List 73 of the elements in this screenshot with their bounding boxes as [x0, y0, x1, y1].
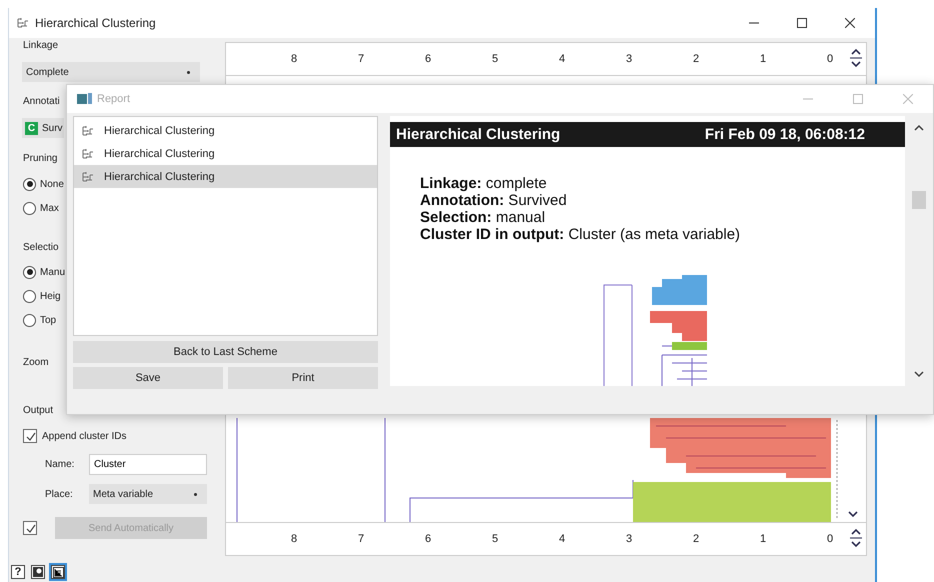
field-label: Place: — [45, 488, 74, 500]
caret-icon — [187, 71, 190, 74]
axis-tick-label: 0 — [826, 533, 834, 545]
section-label: Annotati — [23, 95, 60, 109]
report-icon[interactable] — [51, 565, 65, 579]
axis-tick-label: 6 — [424, 53, 432, 65]
maximize-icon[interactable] — [797, 18, 807, 28]
section-label: Output — [23, 404, 54, 418]
radio-label: Max — [40, 202, 59, 214]
axis-tick-label: 7 — [356, 53, 366, 65]
report-list-item[interactable]: Hierarchical Clustering — [74, 142, 377, 165]
image-icon[interactable] — [31, 565, 45, 579]
window-title: Report — [97, 93, 130, 105]
linkage-dropdown[interactable]: Complete — [22, 62, 200, 82]
axis-tick-label: 6 — [424, 533, 432, 545]
dendrogram-icon — [82, 148, 94, 160]
radio-label: None — [40, 178, 64, 190]
place-dropdown[interactable]: Meta variable — [89, 484, 207, 504]
axis-tick-label: 5 — [490, 533, 500, 545]
report-list-item[interactable]: Hierarchical Clustering — [74, 165, 377, 188]
section-label: Linkage — [23, 39, 58, 53]
checkbox-label: Append cluster IDs — [42, 430, 126, 442]
scroll-down-icon[interactable] — [848, 511, 858, 518]
axis-tick-label: 1 — [758, 53, 768, 65]
radio-button[interactable] — [23, 202, 36, 214]
annotation-dropdown[interactable]: C Surv — [22, 118, 64, 138]
report-icon — [77, 93, 93, 105]
help-button[interactable]: ? — [11, 565, 25, 579]
radio-button[interactable] — [23, 266, 36, 278]
radio-label: Top — [40, 314, 56, 326]
section-label: Pruning — [23, 152, 58, 166]
name-field[interactable]: Cluster — [89, 454, 207, 474]
axis-tick-label: 5 — [490, 53, 500, 65]
axis-tick-label: 7 — [356, 533, 366, 545]
radio-button[interactable] — [23, 314, 36, 326]
report-title: Hierarchical Clustering — [396, 126, 560, 143]
dendrogram-icon — [82, 170, 94, 182]
scroll-up-icon[interactable] — [914, 124, 924, 131]
axis-tick-label: 4 — [558, 533, 566, 545]
report-date: Fri Feb 09 18, 06:08:12 — [704, 126, 865, 143]
axis-tick-label: 3 — [624, 533, 634, 545]
scroll-down-icon[interactable] — [914, 371, 924, 378]
axis-tick-label: 1 — [758, 533, 768, 545]
radio-button[interactable] — [23, 178, 36, 190]
radio-button[interactable] — [23, 290, 36, 302]
report-line: Annotation: Survived — [420, 192, 568, 209]
axis-tick-label: 8 — [290, 53, 298, 65]
axis-tick-label: 3 — [624, 53, 634, 65]
axis-tick-label: 8 — [290, 533, 298, 545]
axis-tick-label: 4 — [558, 53, 566, 65]
dendrogram-icon — [17, 17, 29, 29]
report-list-item[interactable]: Hierarchical Clustering — [74, 119, 377, 142]
field-label: Name: — [45, 458, 76, 470]
caret-icon — [194, 493, 197, 496]
checkbox[interactable] — [23, 429, 37, 443]
axis-tick-label: 0 — [826, 53, 834, 65]
close-icon[interactable] — [845, 18, 855, 28]
back-button[interactable]: Back to Last Scheme — [73, 341, 378, 363]
dendrogram-icon — [82, 124, 94, 136]
save-button[interactable]: Save — [73, 367, 223, 389]
report-line: Cluster ID in output: Cluster (as meta variable) — [420, 226, 742, 243]
section-label: Zoom — [23, 356, 49, 370]
print-button[interactable]: Print — [228, 367, 378, 389]
radio-label: Heig — [40, 290, 61, 302]
axis-tick-label: 2 — [692, 53, 700, 65]
report-line: Linkage: complete — [420, 175, 548, 192]
scrollbar-thumb[interactable] — [912, 191, 926, 209]
axis-tick-label: 2 — [692, 533, 700, 545]
radio-label: Manu — [40, 266, 66, 278]
report-line: Selection: manual — [420, 209, 546, 226]
section-label: Selectio — [23, 241, 59, 255]
window-title: Hierarchical Clustering — [35, 16, 156, 30]
variable-type-icon: C — [25, 122, 38, 134]
